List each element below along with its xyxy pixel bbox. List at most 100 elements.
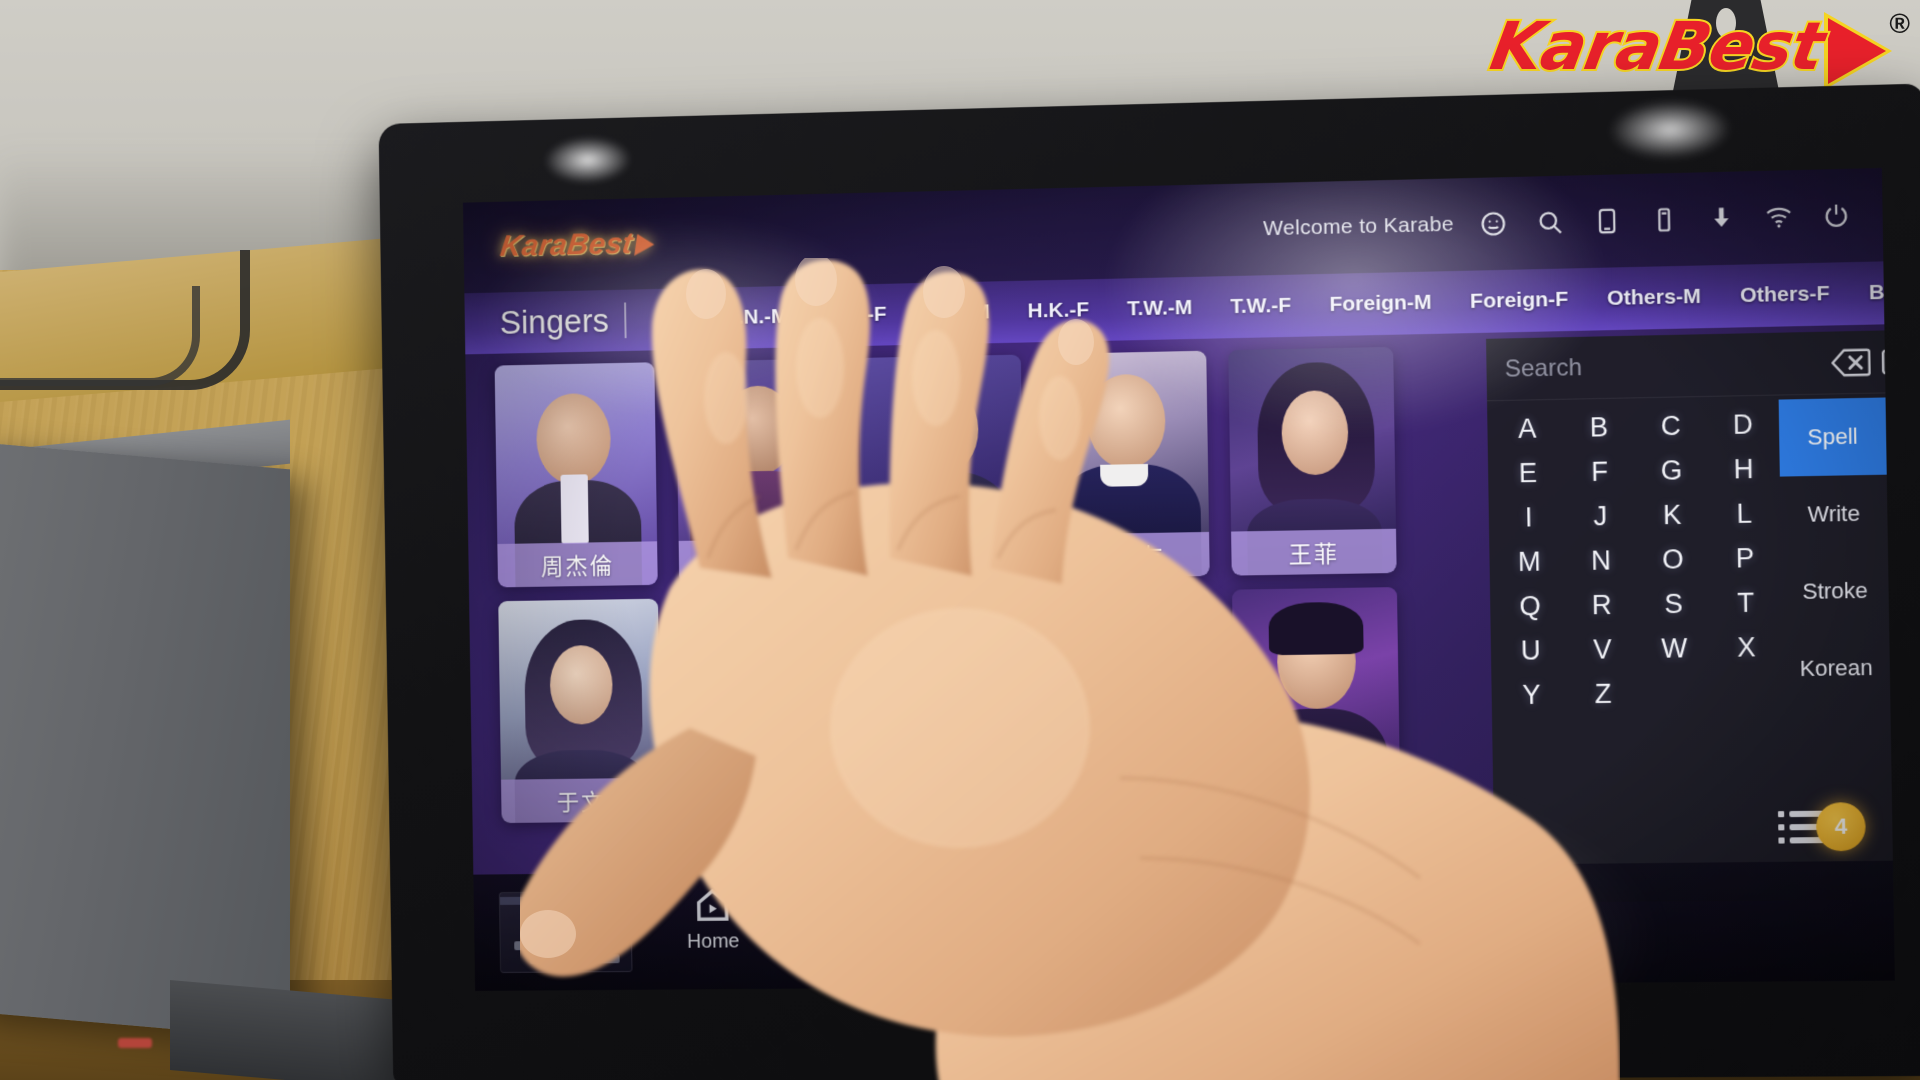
mode-stroke[interactable]: Stroke: [1781, 552, 1889, 631]
tab-foreign-m[interactable]: Foreign-M: [1323, 287, 1438, 322]
key-s[interactable]: S: [1637, 581, 1710, 627]
singer-tile[interactable]: 周杰倫: [494, 362, 658, 588]
mobile-phone-icon[interactable]: [1590, 204, 1625, 239]
key-a[interactable]: A: [1491, 406, 1563, 452]
key-blank: [1639, 670, 1712, 715]
volume-dial[interactable]: [1442, 877, 1538, 971]
key-k[interactable]: K: [1636, 492, 1709, 538]
tab-tw-f[interactable]: T.W.-F: [1224, 290, 1297, 324]
key-l[interactable]: L: [1708, 491, 1781, 537]
singer-tile[interactable]: [679, 595, 845, 822]
bezel-glare-right: [1608, 98, 1732, 161]
download-icon[interactable]: [1704, 201, 1739, 236]
singer-name: 王菲: [1231, 528, 1397, 576]
key-blank: [1711, 669, 1784, 715]
thumb-subtitle-line: [514, 940, 608, 951]
singer-name: 張學友: [1045, 531, 1210, 579]
key-c[interactable]: C: [1634, 403, 1707, 449]
search-row: [1486, 330, 1895, 402]
volume-dial-icon: [1442, 877, 1538, 971]
app-logo-text: KaraBest: [498, 227, 636, 263]
backspace-icon[interactable]: [1831, 343, 1871, 380]
singer-tile[interactable]: 張學友: [1042, 350, 1210, 579]
mode-korean[interactable]: Korean: [1782, 629, 1890, 708]
key-h[interactable]: H: [1707, 446, 1780, 492]
key-p[interactable]: P: [1709, 535, 1782, 581]
thumb-title-band: [499, 895, 633, 905]
volume-down-button[interactable]: [1319, 879, 1398, 920]
tab-bands[interactable]: Bands: [1862, 277, 1884, 310]
tab-others-f[interactable]: Others-F: [1734, 278, 1837, 313]
key-i[interactable]: I: [1493, 495, 1565, 541]
key-q[interactable]: Q: [1494, 583, 1566, 628]
key-r[interactable]: R: [1566, 582, 1638, 628]
tab-hk-m[interactable]: H.K.-M: [918, 296, 996, 330]
welcome-text: Welcome to Karabe: [1263, 212, 1455, 241]
equipment-led: [118, 1038, 152, 1048]
key-t[interactable]: T: [1709, 580, 1782, 626]
app-logo[interactable]: KaraBest: [498, 227, 656, 264]
key-e[interactable]: E: [1492, 450, 1564, 496]
key-g[interactable]: G: [1635, 448, 1708, 494]
search-input[interactable]: [1504, 348, 1822, 384]
photo-scene: KaraBest ® KaraBest Welcome to Karabe Si…: [0, 0, 1920, 1080]
key-n[interactable]: N: [1565, 538, 1637, 584]
app-logo-arrow-icon: [633, 233, 656, 256]
registered-mark: ®: [1889, 8, 1910, 39]
thumb-figure: [536, 906, 589, 958]
mode-spell[interactable]: Spell: [1778, 397, 1887, 477]
tab-foreign-f[interactable]: Foreign-F: [1464, 283, 1575, 318]
equipment-box: [0, 440, 290, 1040]
search-icon[interactable]: [1533, 205, 1568, 240]
playlist-count-badge: 4: [1815, 802, 1866, 852]
singer-tile[interactable]: 李克勤: [1231, 587, 1401, 816]
singer-name: [678, 538, 841, 585]
singer-tile[interactable]: [675, 358, 841, 585]
category-tabs: All C.N.-M C.N.-F H.K.-M H.K.-F T.W.-M T…: [653, 277, 1884, 336]
logo-arrow-icon: [1828, 18, 1886, 84]
key-y[interactable]: Y: [1495, 672, 1567, 717]
wifi-icon[interactable]: [1761, 199, 1796, 234]
playlist-button[interactable]: 4: [1777, 802, 1866, 852]
usb-drive-icon[interactable]: [1647, 202, 1682, 237]
singer-name: 于文: [501, 777, 662, 824]
smiley-icon[interactable]: [1476, 206, 1511, 241]
tab-cn-m[interactable]: C.N.-M: [717, 301, 795, 334]
tab-others-m[interactable]: Others-M: [1601, 281, 1708, 316]
singer-name: [861, 535, 1025, 582]
singer-tile[interactable]: [862, 592, 1029, 820]
key-z[interactable]: Z: [1567, 671, 1639, 716]
corner-logo-text: KaraBest: [1483, 6, 1831, 87]
key-f[interactable]: F: [1563, 449, 1635, 495]
header-icon-group: Welcome to Karabe: [1263, 198, 1862, 246]
singer-tile[interactable]: 王菲: [1228, 346, 1397, 576]
key-d[interactable]: D: [1706, 402, 1779, 448]
key-b[interactable]: B: [1563, 404, 1635, 450]
singer-name: 周杰倫: [497, 541, 658, 588]
mode-write[interactable]: Write: [1780, 475, 1888, 554]
screen-reflection: [700, 790, 1260, 970]
tab-cn-f[interactable]: C.N.-F: [819, 299, 892, 332]
key-m[interactable]: M: [1493, 539, 1565, 585]
key-x[interactable]: X: [1710, 625, 1783, 671]
alphabet-keypad: A B C D E F G H I J K L M N O P Q R S T …: [1487, 396, 1787, 903]
key-j[interactable]: J: [1564, 493, 1636, 539]
tab-tw-m[interactable]: T.W.-M: [1121, 292, 1199, 326]
key-u[interactable]: U: [1495, 628, 1567, 673]
power-cable-secondary: [0, 286, 200, 386]
singer-grid: 周杰倫 張學友 王菲 于文 李克勤: [494, 345, 1494, 824]
tab-all[interactable]: All: [653, 303, 691, 335]
power-icon[interactable]: [1819, 198, 1855, 233]
keyboard-icon[interactable]: [1881, 342, 1895, 379]
singer-tile[interactable]: 于文: [498, 598, 662, 824]
singer-tile[interactable]: [858, 354, 1025, 582]
key-v[interactable]: V: [1566, 627, 1638, 672]
key-o[interactable]: O: [1637, 537, 1710, 583]
volume-minus-icon: [1339, 880, 1378, 920]
thumb-subtitle-line: [529, 954, 620, 964]
page-title: Singers: [499, 301, 609, 341]
key-w[interactable]: W: [1638, 626, 1711, 672]
tab-hk-f[interactable]: H.K.-F: [1021, 294, 1095, 328]
singer-tile[interactable]: [1046, 589, 1214, 818]
video-preview-thumbnail[interactable]: [498, 890, 633, 973]
